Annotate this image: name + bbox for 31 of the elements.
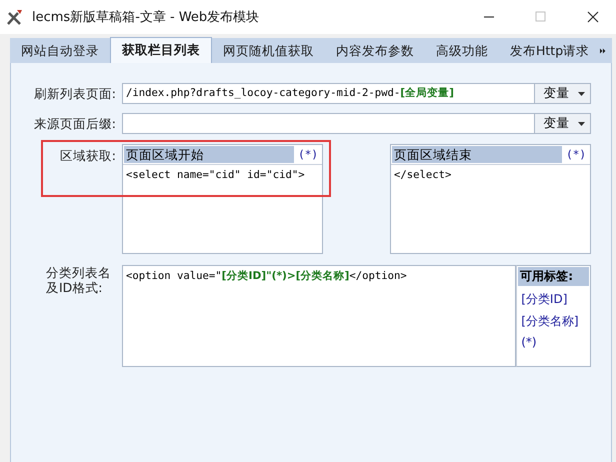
region-text-area[interactable]: 页面区域结束 (*) </select> [390, 144, 591, 254]
input-field[interactable] [122, 113, 536, 134]
tab[interactable]: 发布Http请求 [499, 40, 600, 63]
field-label: 分类列表名及ID格式: [46, 265, 112, 295]
input-field[interactable]: /index.php?drafts_locoy-category-mid-2-pwd-[全局变量] [122, 83, 536, 104]
wildcard-tag[interactable]: (*) [566, 148, 589, 161]
region-text-area[interactable]: 页面区域开始 (*) <select name="cid" id="cid"> [122, 144, 323, 254]
tags-header: 可用标签: [518, 267, 589, 286]
tag-link[interactable]: [分类名称] [518, 313, 589, 330]
area-header: 页面区域结束 [392, 146, 562, 163]
code-text: <select name="cid" id="cid"> [123, 164, 322, 185]
tag-link[interactable]: [分类ID] [518, 291, 589, 308]
tab[interactable]: 网站自动登录 [10, 40, 110, 63]
caret-icon [578, 92, 585, 96]
tab[interactable]: 内容发布参数 [325, 40, 425, 63]
wildcard-tag[interactable]: (*) [298, 148, 321, 161]
area-header: 页面区域开始 [124, 146, 294, 163]
format-text-area[interactable]: <option value="[分类ID]"(*)>[分类名称]</option> [122, 265, 516, 367]
tab[interactable]: 获取栏目列表 [110, 37, 212, 63]
field-label: 区域获取: [58, 147, 117, 163]
tag-link[interactable]: (*) [518, 335, 589, 349]
field-label: 来源页面后缀: [32, 115, 117, 133]
code-text: </select> [391, 164, 590, 185]
window-title: lecms新版草稿箱-文章 - Web发布模块 [32, 9, 260, 26]
variable-dropdown[interactable]: 变量 [535, 113, 591, 134]
tab[interactable]: 高级功能 [425, 40, 499, 63]
scroll-right-icon[interactable] [600, 46, 606, 56]
variable-dropdown[interactable]: 变量 [535, 83, 591, 104]
field-label: 刷新列表页面: [32, 85, 117, 103]
tab[interactable]: 网页随机值获取 [212, 40, 325, 63]
caret-icon [578, 122, 585, 126]
